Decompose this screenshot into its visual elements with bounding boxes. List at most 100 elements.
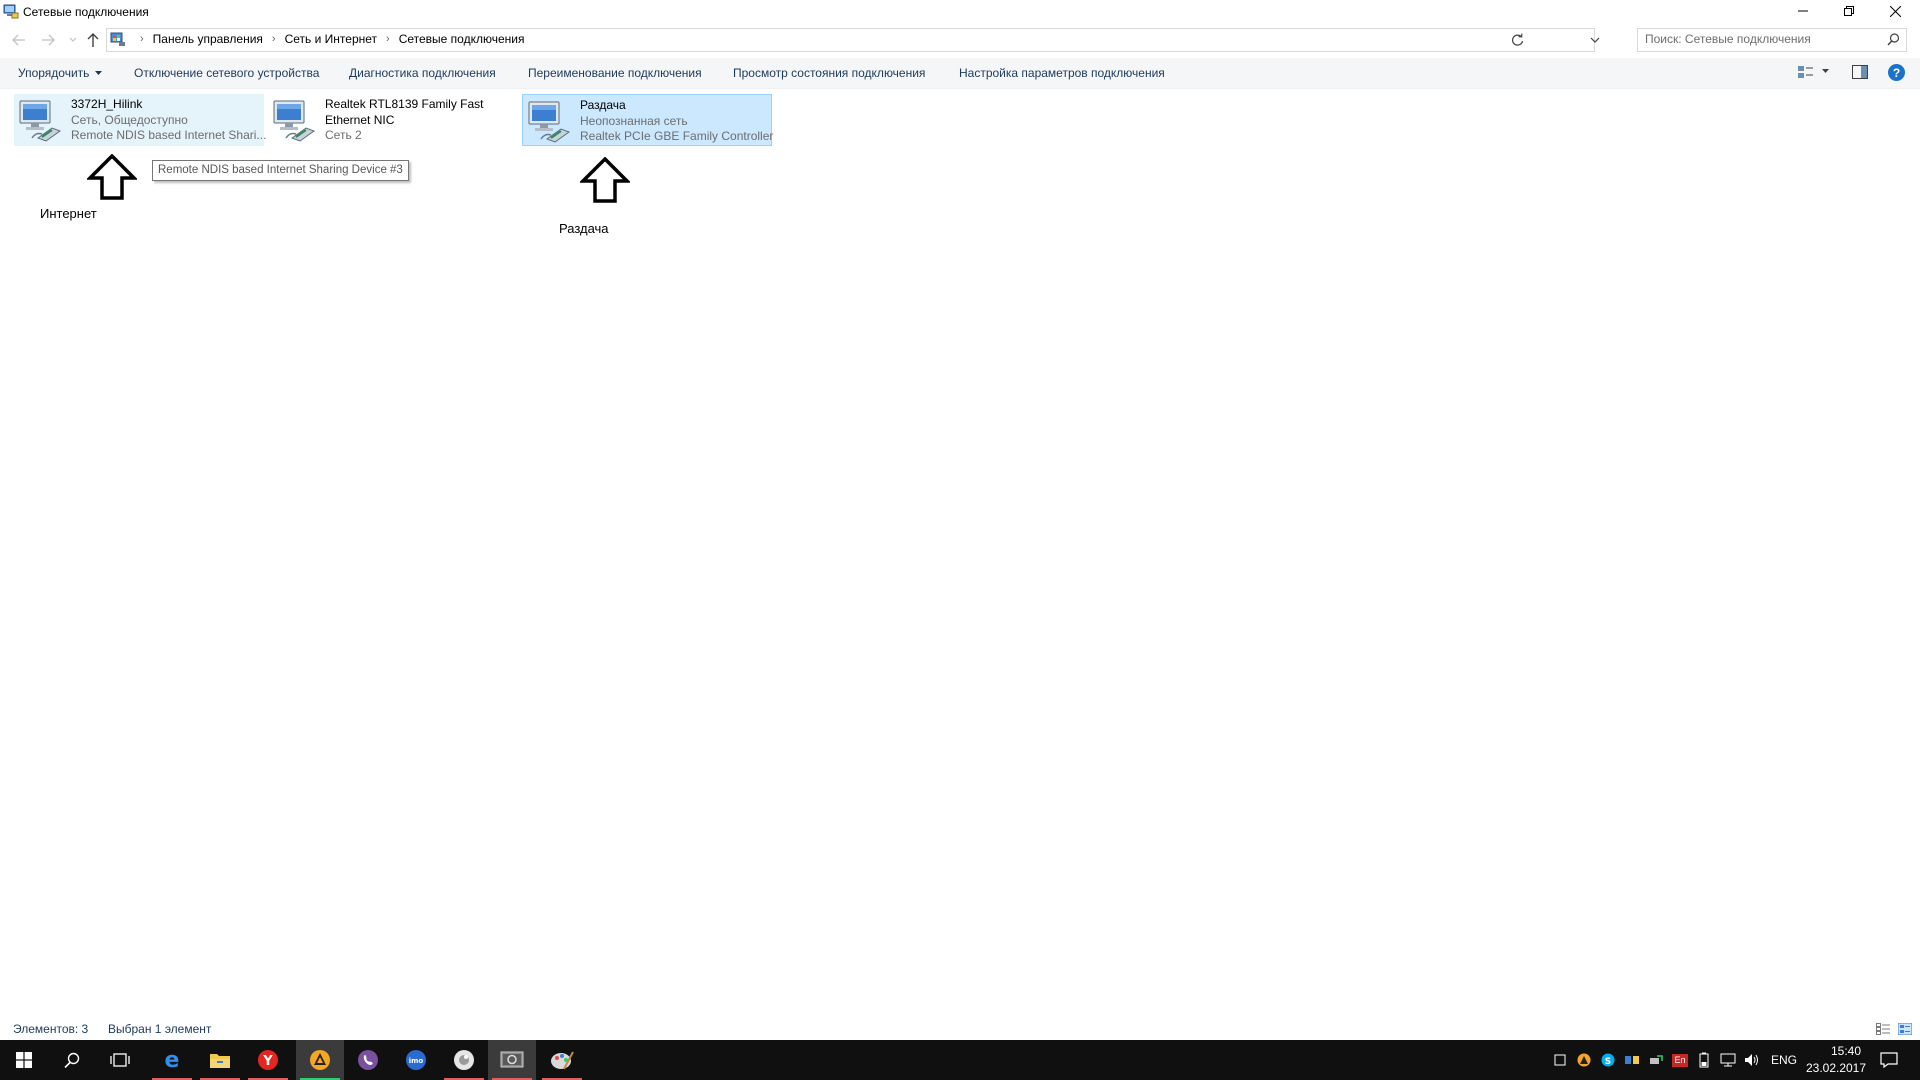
share-icon bbox=[1625, 1056, 1639, 1064]
search-input[interactable] bbox=[1645, 31, 1875, 47]
connection-item-hilink[interactable]: 3372H_Hilink Сеть, Общедоступно Remote N… bbox=[14, 94, 266, 146]
refresh-button[interactable] bbox=[1506, 29, 1528, 49]
caret-down-icon bbox=[95, 71, 103, 75]
task-view-button[interactable] bbox=[96, 1040, 144, 1080]
address-row: › Панель управления › Сеть и Интернет › … bbox=[0, 26, 1920, 54]
taskbar-file-explorer[interactable] bbox=[196, 1040, 244, 1080]
organize-menu-button[interactable]: Упорядочить bbox=[18, 66, 103, 80]
taskbar-imo[interactable]: imo bbox=[392, 1040, 440, 1080]
restore-button[interactable] bbox=[1826, 0, 1872, 22]
arrow-up-annotation-icon bbox=[580, 157, 630, 203]
address-bar[interactable]: › Панель управления › Сеть и Интернет › … bbox=[106, 28, 1600, 52]
breadcrumb-network-connections[interactable]: Сетевые подключения bbox=[399, 32, 525, 46]
tray-network-icon[interactable] bbox=[1720, 1052, 1736, 1068]
title-bar: Сетевые подключения bbox=[0, 0, 1920, 24]
arrow-up-annotation-icon bbox=[87, 154, 137, 200]
back-button[interactable] bbox=[8, 30, 30, 50]
action-center-button[interactable] bbox=[1880, 1051, 1898, 1069]
arrow-right-icon bbox=[42, 34, 55, 46]
tray-volume-icon[interactable] bbox=[1744, 1052, 1760, 1068]
change-settings-button[interactable]: Настройка параметров подключения bbox=[959, 66, 1165, 80]
connection-device: Realtek PCIe GBE Family Controller bbox=[580, 129, 774, 143]
diagnose-button[interactable]: Диагностика подключения bbox=[349, 66, 496, 80]
skype-icon: S bbox=[1601, 1053, 1615, 1067]
recent-locations-button[interactable] bbox=[62, 30, 84, 50]
svg-text:S: S bbox=[1605, 1057, 1611, 1067]
connection-name: Realtek RTL8139 Family Fast bbox=[325, 97, 484, 111]
connection-text: Раздача Неопознанная сеть Realtek PCIe G… bbox=[580, 98, 773, 145]
connection-status: Сеть 2 bbox=[325, 128, 362, 142]
breadcrumb: › Панель управления › Сеть и Интернет › … bbox=[131, 32, 524, 46]
volume-icon bbox=[1745, 1054, 1758, 1066]
minimize-icon bbox=[1798, 10, 1808, 12]
taskbar-search-button[interactable] bbox=[48, 1040, 96, 1080]
taskbar-viber[interactable] bbox=[344, 1040, 392, 1080]
viber-icon bbox=[358, 1050, 378, 1070]
change-view-icon[interactable] bbox=[1797, 64, 1815, 80]
connection-status: Сеть, Общедоступно bbox=[71, 112, 188, 127]
taskbar-edge[interactable]: e bbox=[148, 1040, 196, 1080]
tray-aimp-icon[interactable] bbox=[1576, 1052, 1592, 1068]
language-indicator-badge: En bbox=[1672, 1053, 1688, 1067]
taskbar-app[interactable] bbox=[440, 1040, 488, 1080]
network-icon bbox=[1720, 1053, 1736, 1067]
app-icon bbox=[454, 1050, 474, 1070]
clock-time[interactable]: 15:40 bbox=[1822, 1044, 1870, 1058]
network-settings-icon bbox=[500, 1051, 524, 1068]
tray-hardware-icon[interactable] bbox=[1648, 1052, 1664, 1068]
paint-icon bbox=[551, 1051, 574, 1070]
taskbar-network-connections[interactable] bbox=[488, 1040, 536, 1080]
preview-pane-icon[interactable] bbox=[1852, 65, 1868, 79]
up-button[interactable] bbox=[82, 30, 104, 50]
close-button[interactable] bbox=[1872, 0, 1918, 22]
tray-language-indicator[interactable]: En bbox=[1672, 1052, 1688, 1068]
window-title: Сетевые подключения bbox=[23, 5, 149, 19]
connection-status: Неопознанная сеть bbox=[580, 113, 688, 128]
close-icon bbox=[1889, 5, 1901, 17]
forward-button[interactable] bbox=[37, 30, 59, 50]
file-explorer-icon bbox=[210, 1054, 230, 1068]
tiles-view-icon[interactable] bbox=[1898, 1023, 1912, 1035]
caret-down-icon[interactable] bbox=[1822, 69, 1829, 73]
disable-device-button[interactable]: Отключение сетевого устройства bbox=[134, 66, 319, 80]
network-connections-icon bbox=[3, 4, 19, 19]
tray-share-icon[interactable] bbox=[1624, 1052, 1640, 1068]
address-dropdown-icon[interactable] bbox=[1587, 31, 1603, 49]
details-view-icon[interactable] bbox=[1876, 1023, 1890, 1035]
chevron-right-icon[interactable]: › bbox=[386, 33, 390, 45]
clock-date[interactable]: 23.02.2017 bbox=[1802, 1061, 1870, 1075]
search-icon bbox=[64, 1052, 80, 1068]
breadcrumb-control-panel[interactable]: Панель управления bbox=[153, 32, 263, 46]
task-view-icon bbox=[110, 1053, 130, 1067]
taskbar-yandex-browser[interactable]: Y bbox=[244, 1040, 292, 1080]
connection-item-razdacha[interactable]: Раздача Неопознанная сеть Realtek PCIe G… bbox=[522, 94, 773, 146]
organize-label: Упорядочить bbox=[18, 66, 90, 80]
restore-icon bbox=[1844, 6, 1854, 16]
svg-text:imo: imo bbox=[409, 1057, 424, 1065]
annotation-razdacha: Раздача bbox=[559, 221, 609, 236]
connection-item-realtek-8139[interactable]: Realtek RTL8139 Family Fast Ethernet NIC… bbox=[268, 94, 518, 146]
imo-icon: imo bbox=[406, 1050, 426, 1070]
help-icon[interactable]: ? bbox=[1888, 64, 1905, 81]
aimp-icon bbox=[310, 1050, 330, 1070]
chevron-right-icon[interactable]: › bbox=[272, 33, 276, 45]
taskbar-paint[interactable] bbox=[538, 1040, 586, 1080]
breadcrumb-network-internet[interactable]: Сеть и Интернет bbox=[285, 32, 377, 46]
taskbar-aimp[interactable] bbox=[296, 1040, 344, 1080]
rename-button[interactable]: Переименование подключения bbox=[528, 66, 702, 80]
network-adapter-icon bbox=[19, 100, 62, 142]
search-box[interactable] bbox=[1637, 28, 1907, 52]
minimize-button[interactable] bbox=[1780, 0, 1826, 22]
tray-app-icon[interactable] bbox=[1552, 1052, 1568, 1068]
search-icon[interactable] bbox=[1887, 33, 1900, 46]
tray-battery-icon[interactable] bbox=[1696, 1052, 1712, 1068]
network-adapter-icon bbox=[528, 101, 571, 143]
chevron-right-icon: › bbox=[140, 33, 144, 45]
svg-text:e: e bbox=[165, 1049, 180, 1071]
start-button[interactable] bbox=[0, 1040, 48, 1080]
arrow-up-icon bbox=[87, 33, 99, 47]
tray-skype-icon[interactable]: S bbox=[1600, 1052, 1616, 1068]
chevron-down-icon bbox=[69, 37, 77, 42]
input-language[interactable]: ENG bbox=[1771, 1053, 1797, 1067]
view-status-button[interactable]: Просмотр состояния подключения bbox=[733, 66, 925, 80]
